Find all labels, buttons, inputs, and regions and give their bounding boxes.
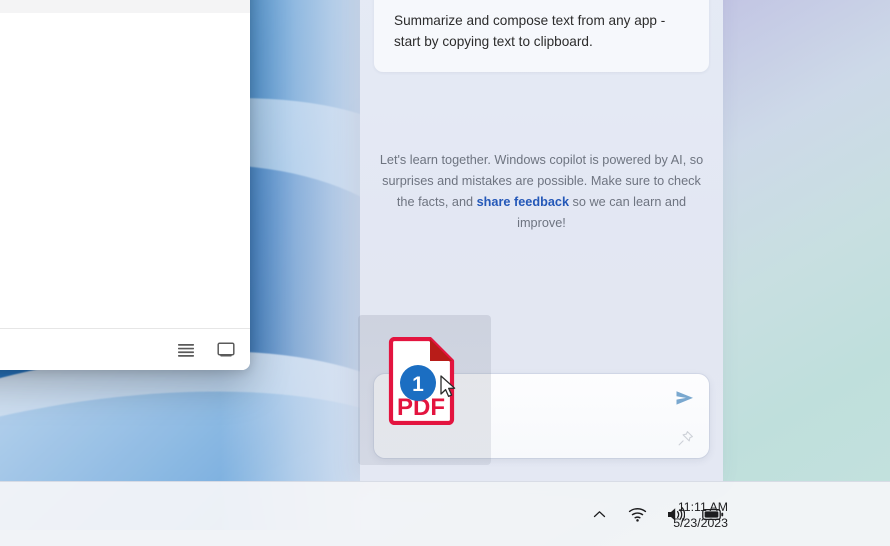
list-lines-icon[interactable] [176,340,196,360]
pdf-file-drag-icon[interactable]: PDF 1 [388,336,455,426]
list-item[interactable]: n ago [0,141,250,169]
clock-date: 5/23/2023 [673,516,728,531]
background-app-window[interactable]: u on May 9 ago n ago ago [0,0,250,370]
list-gap-1 [0,13,250,141]
monitor-icon[interactable] [216,340,236,360]
wifi-icon[interactable] [626,503,648,525]
suggestion-card[interactable]: Work across documents Summarize and comp… [374,0,709,73]
chevron-up-icon[interactable] [588,503,610,525]
taskbar[interactable]: 11:11 AM 5/23/2023 [0,481,890,546]
background-app-list: u on May 9 ago n ago ago [0,0,250,328]
list-item[interactable]: ago [0,225,250,253]
pin-icon[interactable] [675,428,695,448]
suggestion-card-body: Summarize and compose text from any app … [394,13,666,50]
svg-text:1: 1 [412,373,424,396]
list-gap-3 [0,253,250,283]
send-arrow-icon[interactable] [674,387,696,409]
ai-disclaimer: Let's learn together. Windows copilot is… [374,150,709,234]
list-item[interactable]: ago [0,0,250,13]
share-feedback-link[interactable]: share feedback [477,195,569,209]
desktop-screen: u on May 9 ago n ago ago [0,0,890,546]
taskbar-clock[interactable]: 11:11 AM 5/23/2023 [673,499,728,532]
background-app-footer [0,328,250,370]
list-gap-2 [0,169,250,225]
clock-time: 11:11 AM [677,499,728,514]
